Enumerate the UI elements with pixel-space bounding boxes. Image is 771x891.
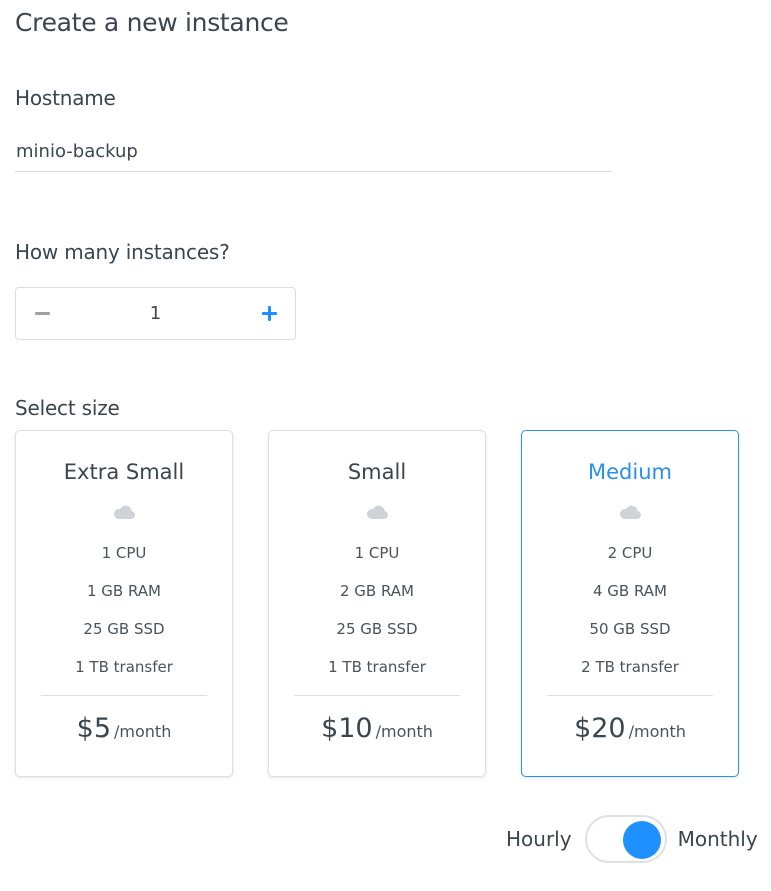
toggle-knob [622,821,661,859]
minus-icon [34,312,50,315]
monthly-label[interactable]: Monthly [678,827,758,851]
price-amount: $20 [574,713,626,744]
instance-count-stepper: 1 [15,287,296,340]
size-card-extra-small[interactable]: Extra Small 1 CPU 1 GB RAM 25 GB SSD 1 T… [15,430,233,777]
card-divider [294,695,460,696]
increment-button[interactable] [243,288,295,339]
spec-ram: 1 GB RAM [86,582,161,600]
spec-cpu: 2 CPU [607,544,653,562]
size-card-small[interactable]: Small 1 CPU 2 GB RAM 25 GB SSD 1 TB tran… [268,430,486,777]
price-amount: $5 [76,713,112,744]
price-period: /month [114,722,172,741]
spec-ssd: 25 GB SSD [83,620,165,638]
spec-ram: 2 GB RAM [339,582,414,600]
plus-icon [261,306,277,321]
cloud-icon [620,505,641,519]
spec-transfer: 1 TB transfer [328,658,426,676]
price-amount: $10 [321,713,373,744]
size-card-title: Medium [588,460,672,484]
spec-ssd: 25 GB SSD [336,620,418,638]
card-price: $10/month [269,713,485,744]
price-period: /month [375,722,433,741]
billing-period-switch[interactable] [584,815,667,863]
spec-transfer: 1 TB transfer [75,658,173,676]
hostname-label: Hostname [15,86,116,110]
spec-transfer: 2 TB transfer [581,658,679,676]
card-price: $20/month [522,713,738,744]
spec-cpu: 1 CPU [354,544,400,562]
billing-toggle: Hourly Monthly [506,815,758,863]
size-card-title: Extra Small [63,460,185,484]
hostname-input[interactable] [15,131,612,172]
instances-label: How many instances? [15,240,230,264]
select-size-label: Select size [15,396,120,420]
spec-ram: 4 GB RAM [592,582,667,600]
page-title: Create a new instance [15,8,289,37]
card-price: $5/month [16,713,232,744]
decrement-button[interactable] [16,288,68,339]
card-divider [547,695,713,696]
card-divider [41,695,207,696]
cloud-icon [367,505,388,519]
spec-cpu: 1 CPU [101,544,147,562]
instance-count-value[interactable]: 1 [68,303,243,324]
spec-ssd: 50 GB SSD [589,620,671,638]
size-card-medium[interactable]: Medium 2 CPU 4 GB RAM 50 GB SSD 2 TB tra… [521,430,739,777]
hourly-label[interactable]: Hourly [506,827,572,851]
price-period: /month [628,722,686,741]
size-card-title: Small [347,460,407,484]
cloud-icon [114,505,135,519]
